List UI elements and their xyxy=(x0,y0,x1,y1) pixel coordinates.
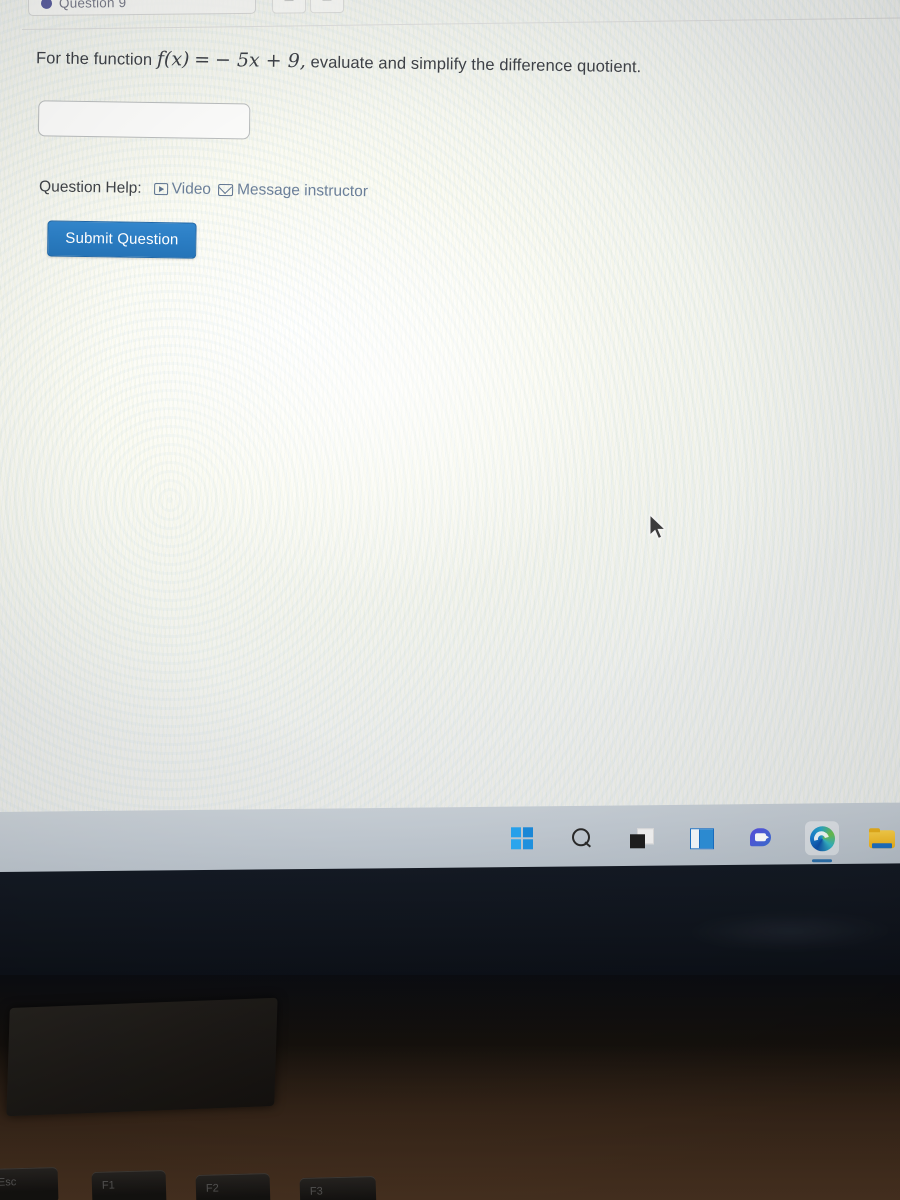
taskbar-item-chat[interactable] xyxy=(745,821,779,855)
prompt-lead: For the function xyxy=(35,49,153,69)
taskbar-icon-group xyxy=(505,821,899,856)
browser-content-area: Question 9 For the function f(x) = − 5x … xyxy=(0,0,900,812)
question-nav-bar: Question 9 xyxy=(0,0,900,18)
keyboard-key-label: F3 xyxy=(309,1185,323,1198)
taskbar-item-search[interactable] xyxy=(565,821,599,855)
keyboard-key-label: F2 xyxy=(205,1182,219,1195)
photo-of-laptop-screen: Question 9 For the function f(x) = − 5x … xyxy=(0,0,900,1200)
taskbar-item-edge[interactable] xyxy=(805,821,839,856)
play-video-icon xyxy=(153,182,168,196)
math-equals: = xyxy=(194,48,211,71)
microsoft-edge-icon xyxy=(809,825,835,851)
screen-glare xyxy=(120,180,640,600)
question-prompt: For the function f(x) = − 5x + 9, evalua… xyxy=(36,46,642,77)
taskbar-item-start[interactable] xyxy=(505,821,539,855)
content-divider xyxy=(21,17,900,30)
keyboard-key[interactable]: F2 xyxy=(195,1172,271,1200)
laptop-trackpad xyxy=(6,997,278,1117)
envelope-icon xyxy=(217,183,234,197)
message-instructor-link-label: Message instructor xyxy=(236,181,369,201)
keyboard-key[interactable]: F1 xyxy=(91,1169,167,1200)
video-help-link[interactable]: Video xyxy=(153,180,211,199)
laptop-screen-bezel xyxy=(0,863,900,990)
taskbar-item-file-explorer[interactable] xyxy=(865,821,899,855)
windows-start-icon xyxy=(511,827,533,850)
math-function-arg: (x) xyxy=(163,48,190,71)
search-icon xyxy=(571,827,593,849)
prompt-tail: evaluate and simplify the difference quo… xyxy=(310,53,642,77)
bezel-reflection xyxy=(690,911,890,952)
windows-taskbar xyxy=(0,802,900,874)
taskbar-item-task-view[interactable] xyxy=(625,821,659,855)
file-explorer-folder-icon xyxy=(869,827,895,849)
submit-question-button[interactable]: Submit Question xyxy=(47,220,197,259)
keyboard-key[interactable]: Esc xyxy=(0,1167,59,1200)
widgets-icon xyxy=(690,827,714,849)
taskbar-item-widgets[interactable] xyxy=(685,821,719,855)
keyboard-key-label: Esc xyxy=(0,1176,17,1189)
question-tab[interactable]: Question 9 xyxy=(27,0,257,17)
question-status-dot xyxy=(40,0,53,9)
mouse-cursor xyxy=(649,514,667,540)
keyboard-key[interactable]: F3 xyxy=(299,1175,377,1200)
task-view-icon xyxy=(630,828,654,848)
math-expression: − 5x + 9, xyxy=(214,48,307,73)
video-help-link-label: Video xyxy=(171,180,212,198)
chat-bubble-icon xyxy=(750,828,774,849)
next-question-button[interactable] xyxy=(309,0,345,14)
message-instructor-link[interactable]: Message instructor xyxy=(217,181,369,201)
keyboard-key-label: F1 xyxy=(101,1179,115,1192)
keyboard-function-row: Esc F1 F2 F3 xyxy=(0,1167,900,1200)
question-tab-label: Question 9 xyxy=(58,0,127,11)
question-help-label: Question Help: xyxy=(38,178,142,197)
prev-question-button[interactable] xyxy=(271,0,307,14)
question-help-row: Question Help: Video Message instructor xyxy=(39,178,368,201)
answer-input[interactable] xyxy=(37,100,251,140)
